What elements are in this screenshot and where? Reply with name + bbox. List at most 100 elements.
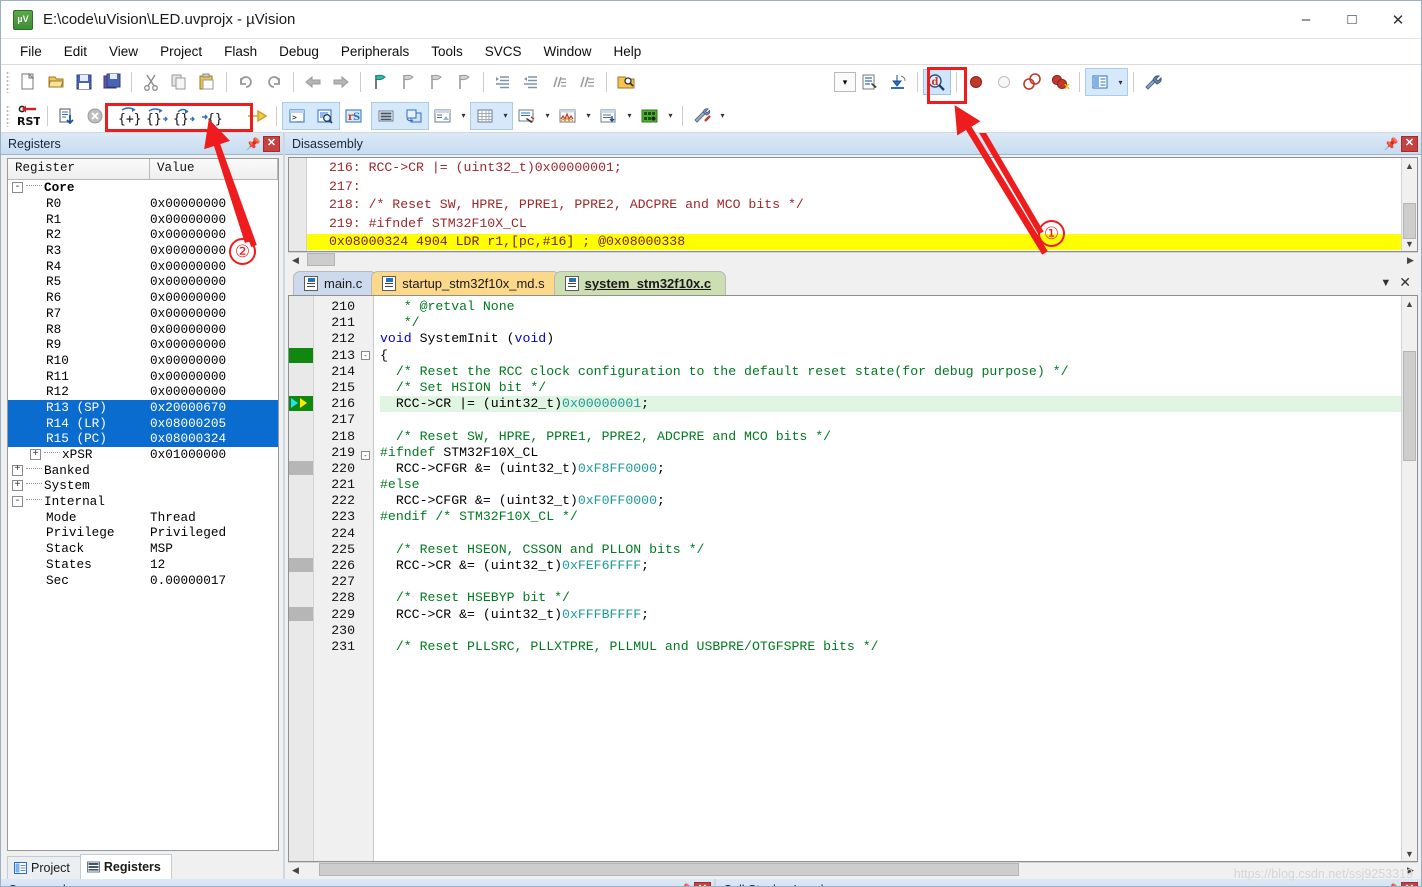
editor-tab-main-c[interactable]: main.c [293,271,378,295]
scroll-down-icon[interactable]: ▼ [1402,846,1417,861]
paste-icon[interactable] [193,69,221,95]
editor-line-marker[interactable] [289,606,313,623]
watch-windows-caret[interactable]: ▾ [457,103,470,129]
disable-breakpoint-icon[interactable] [990,69,1018,95]
editor-line-marker[interactable] [289,412,313,428]
vscroll-track[interactable] [1402,173,1417,239]
bookmark-toggle-icon[interactable] [366,69,394,95]
scroll-up-icon[interactable]: ▲ [1402,296,1417,311]
call-stack-window-icon[interactable] [400,103,428,129]
hscroll-track[interactable] [303,253,1403,267]
menu-flash[interactable]: Flash [213,41,268,62]
editor-line-marker[interactable] [289,639,313,655]
registers-row[interactable]: R10 0x00000000 [8,353,278,369]
editor-fold-cell[interactable]: - [358,450,373,467]
find-in-files-icon[interactable] [612,69,640,95]
command-window-icon[interactable]: >_ [283,103,311,129]
analysis-windows-caret[interactable]: ▾ [582,103,595,129]
menu-window[interactable]: Window [532,41,602,62]
editor-code-line[interactable]: #else [380,477,1401,493]
pin-icon[interactable]: 📌 [1383,136,1399,152]
manage-windows-caret[interactable]: ▾ [1114,69,1127,95]
memory-windows-caret[interactable]: ▾ [499,103,512,129]
configure-icon[interactable] [1139,69,1167,95]
close-icon[interactable]: ✕ [1401,135,1418,152]
scroll-left-icon[interactable]: ◀ [288,863,303,877]
editor-code-line[interactable]: /* Reset PLLSRC, PLLXTPRE, PLLMUL and US… [380,639,1401,655]
menu-help[interactable]: Help [603,41,653,62]
column-header-value[interactable]: Value [150,159,278,179]
pin-icon[interactable]: 📌 [245,136,261,152]
symbols-window-icon[interactable]: rS [340,103,368,129]
registers-row[interactable]: R12 0x00000000 [8,384,278,400]
close-icon[interactable]: ✕ [1399,274,1411,291]
editor-code-line[interactable]: void SystemInit (void) [380,331,1401,347]
save-all-icon[interactable] [98,69,126,95]
collapse-toggle-icon[interactable]: - [12,496,23,508]
editor-fold-cell[interactable] [358,415,373,431]
expand-toggle-icon[interactable]: + [12,464,23,476]
open-folder-icon[interactable] [42,69,70,95]
registers-row[interactable]: States 12 [8,557,278,573]
step-over-icon[interactable]: {} [143,103,171,129]
menu-project[interactable]: Project [149,41,213,62]
registers-row[interactable]: R14 (LR) 0x08000205 [8,415,278,431]
editor-fold-cell[interactable] [358,432,373,448]
close-icon[interactable]: ✕ [1401,881,1418,886]
serial-windows-icon[interactable] [513,103,541,129]
editor-code-line[interactable]: #ifndef STM32F10X_CL [380,445,1401,461]
editor-line-marker[interactable] [289,331,313,347]
editor-fold-cell[interactable] [358,299,373,315]
stop-icon[interactable] [81,103,109,129]
minimize-button[interactable]: – [1283,1,1329,39]
disable-all-breakpoints-icon[interactable]: x [1046,69,1074,95]
bottom-tab-registers[interactable]: Registers [79,854,172,879]
editor-code-line[interactable]: RCC->CR &= (uint32_t)0xFFFBFFFF; [380,607,1401,623]
editor-fold-cell[interactable] [358,532,373,548]
editor-code-line[interactable]: * @retval None [380,299,1401,315]
editor-fold-cell[interactable] [358,613,373,629]
editor-fold-cell[interactable] [358,315,373,331]
editor-line-marker[interactable] [289,493,313,509]
editor-fold-cell[interactable] [358,645,373,661]
editor-code-line[interactable]: RCC->CFGR &= (uint32_t)0xF0FF0000; [380,493,1401,509]
vscroll-track[interactable] [1402,311,1417,846]
registers-row[interactable]: Privilege Privileged [8,525,278,541]
menu-svcs[interactable]: SVCS [474,41,533,62]
indent-icon[interactable] [489,69,517,95]
kill-all-breakpoints-icon[interactable] [1018,69,1046,95]
uncomment-icon[interactable] [573,69,601,95]
editor-body[interactable]: 210 211 212 213 214 215 216 217 218 219 220 221 222 2… [288,295,1418,862]
editor-line-marker[interactable] [289,542,313,558]
save-icon[interactable] [70,69,98,95]
editor-line-marker[interactable] [289,299,313,315]
copy-icon[interactable] [165,69,193,95]
watch-windows-icon[interactable] [429,103,457,129]
registers-row[interactable]: R1 0x00000000 [8,211,278,227]
editor-line-marker[interactable] [289,526,313,542]
editor-line-marker[interactable] [289,380,313,396]
vscroll-thumb[interactable] [1403,351,1416,461]
scroll-right-icon[interactable]: ▶ [1403,253,1418,267]
target-dropdown-caret[interactable]: ▾ [834,72,856,92]
step-into-icon[interactable]: {+} [115,103,143,129]
editor-code-line[interactable]: /* Reset HSEBYP bit */ [380,590,1401,606]
editor-code-line[interactable]: #endif /* STM32F10X_CL */ [380,509,1401,525]
editor-fold-cell[interactable] [358,580,373,596]
hscroll-thumb[interactable] [319,863,1019,876]
editor-line-marker[interactable] [289,347,313,364]
editor-fold-cell[interactable] [358,367,373,383]
expand-toggle-icon[interactable]: + [12,480,23,492]
editor-fold-cell[interactable] [358,564,373,580]
run-icon[interactable] [53,103,81,129]
system-viewer-icon[interactable] [636,103,664,129]
close-button[interactable]: ✕ [1375,1,1421,39]
editor-fold-cell[interactable] [358,467,373,483]
disassembly-body[interactable]: 216: RCC->CR |= (uint32_t)0x00000001; 217… [288,157,1418,252]
close-icon[interactable]: ✕ [263,135,280,152]
build-target-icon[interactable] [856,69,884,95]
editor-line-marker[interactable] [289,558,313,574]
pin-icon[interactable]: 📌 [1383,882,1399,887]
collapse-toggle-icon[interactable]: - [12,182,23,194]
registers-row[interactable]: Mode Thread [8,509,278,525]
